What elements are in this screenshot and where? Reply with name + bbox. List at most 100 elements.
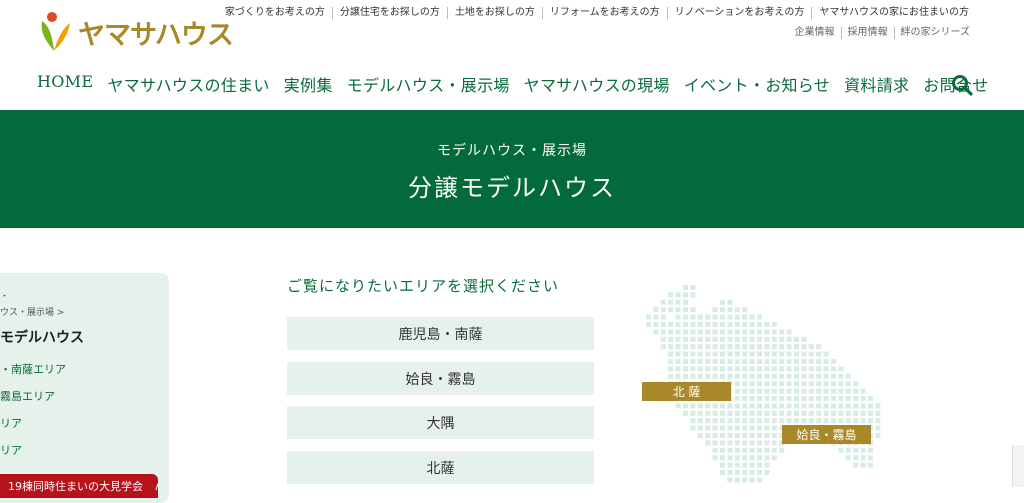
map-dot — [660, 322, 666, 327]
map-dot — [786, 359, 792, 364]
map-dot — [853, 462, 859, 468]
map-dot — [705, 433, 711, 438]
map-dot — [816, 359, 822, 364]
map-dot — [771, 336, 777, 342]
map-dot — [727, 314, 733, 320]
map-dot — [764, 470, 770, 475]
map-dot — [720, 455, 725, 461]
nav-home[interactable]: HOME — [37, 72, 93, 96]
map-dot — [712, 366, 718, 372]
map-dot — [764, 425, 770, 431]
map-dot — [749, 359, 755, 364]
map-dot — [675, 314, 681, 320]
map-dot — [675, 292, 681, 298]
map-dot — [712, 455, 718, 461]
area-button-kagoshima-nansatsu[interactable]: 鹿児島・南薩 — [287, 317, 594, 350]
map-dot — [742, 470, 748, 475]
map-dot — [705, 410, 711, 416]
map-dot — [734, 366, 740, 372]
map-dot — [734, 329, 740, 335]
map-dot — [801, 396, 807, 401]
map-dot — [771, 359, 777, 364]
map-dot — [712, 336, 718, 342]
map-dot — [794, 373, 799, 379]
map-dot — [771, 351, 777, 357]
map-dot — [742, 455, 748, 461]
sub-link-kizuna-series[interactable]: 絆の家シリーズ — [893, 27, 977, 39]
map-dot — [742, 373, 748, 379]
map-dot — [653, 329, 659, 335]
map-dot — [720, 433, 725, 438]
map-dot — [808, 359, 814, 364]
map-dot — [764, 351, 770, 357]
map-dot — [816, 388, 822, 394]
map-dot — [868, 403, 873, 409]
nav-examples[interactable]: 実例集 — [284, 72, 333, 96]
top-link-residents[interactable]: ヤマサハウスの家にお住まいの方 — [811, 7, 976, 19]
sub-link-recruit[interactable]: 採用情報 — [840, 27, 894, 39]
nav-sites[interactable]: ヤマサハウスの現場 — [524, 72, 670, 96]
map-dot — [734, 403, 740, 409]
map-dot — [801, 351, 807, 357]
map-dot — [853, 403, 859, 409]
sidebar-item-aira-kirishima[interactable]: 霧島エリア — [0, 388, 55, 404]
map-dot — [668, 373, 674, 379]
sub-link-company[interactable]: 企業情報 — [789, 27, 841, 39]
top-link-subdivision[interactable]: 分譲住宅をお探しの方 — [331, 7, 447, 19]
map-dot — [771, 366, 777, 372]
map-dot — [727, 418, 733, 424]
map-dot — [875, 410, 881, 416]
sidebar-item-kagoshima-nansatsu[interactable]: ・南薩エリア — [0, 361, 66, 377]
map-dot — [875, 418, 881, 424]
top-link-reform[interactable]: リフォームをお考えの方 — [541, 7, 667, 19]
map-dot — [734, 418, 740, 424]
map-dot — [742, 366, 748, 372]
map-dot — [675, 322, 681, 327]
map-dot — [690, 425, 696, 431]
map-dot — [690, 418, 696, 424]
map-dot — [764, 455, 770, 461]
nav-events[interactable]: イベント・お知らせ — [684, 72, 830, 96]
map-dot — [771, 410, 777, 416]
map-dot — [764, 433, 770, 438]
area-map: 北 薩 姶良・霧島 — [640, 282, 940, 487]
map-dot — [831, 373, 836, 379]
top-link-land[interactable]: 土地をお探しの方 — [446, 7, 542, 19]
area-button-osumi[interactable]: 大隅 — [287, 406, 594, 439]
map-dot — [668, 322, 674, 327]
nav-homes[interactable]: ヤマサハウスの住まい — [107, 72, 269, 96]
map-label-aira-kirishima[interactable]: 姶良・霧島 — [782, 425, 871, 444]
map-dot — [764, 359, 770, 364]
map-dot — [749, 381, 755, 387]
map-dot — [675, 307, 681, 313]
map-dot — [779, 344, 785, 350]
map-dot — [749, 336, 755, 342]
map-label-hokusatsu[interactable]: 北 薩 — [642, 382, 731, 401]
site-logo[interactable]: ヤマサハウス — [36, 10, 236, 54]
map-dot — [697, 425, 703, 431]
area-button-aira-kirishima[interactable]: 姶良・霧島 — [287, 362, 594, 395]
map-dot — [683, 366, 688, 372]
logo-text: ヤマサハウス — [78, 19, 234, 51]
map-dot — [771, 381, 777, 387]
nav-request-docs[interactable]: 資料請求 — [844, 72, 909, 96]
map-dot — [727, 425, 733, 431]
map-dot — [668, 307, 674, 313]
map-dot — [831, 403, 836, 409]
promo-event-button[interactable]: 19棟同時住まいの大見学会 ∧ — [0, 474, 158, 498]
sidebar-breadcrumb[interactable]: ウス・展示場 > — [0, 305, 64, 318]
sidebar-item-osumi[interactable]: リア — [0, 415, 22, 431]
map-dot — [675, 344, 681, 350]
map-dot — [845, 396, 851, 401]
map-dot — [734, 433, 740, 438]
area-button-hokusatsu[interactable]: 北薩 — [287, 451, 594, 484]
sidebar-breadcrumb-home[interactable]: ・ — [0, 289, 9, 302]
nav-model-houses[interactable]: モデルハウス・展示場 — [347, 72, 510, 96]
top-link-renovation[interactable]: リノベーションをお考えの方 — [666, 7, 812, 19]
scrollbar[interactable] — [1012, 445, 1024, 487]
sidebar-item-hokusatsu[interactable]: リア — [0, 442, 22, 458]
map-dot — [823, 396, 829, 401]
top-link-house-building[interactable]: 家づくりをお考えの方 — [218, 7, 332, 19]
search-icon[interactable] — [951, 74, 973, 96]
map-dot — [801, 359, 807, 364]
